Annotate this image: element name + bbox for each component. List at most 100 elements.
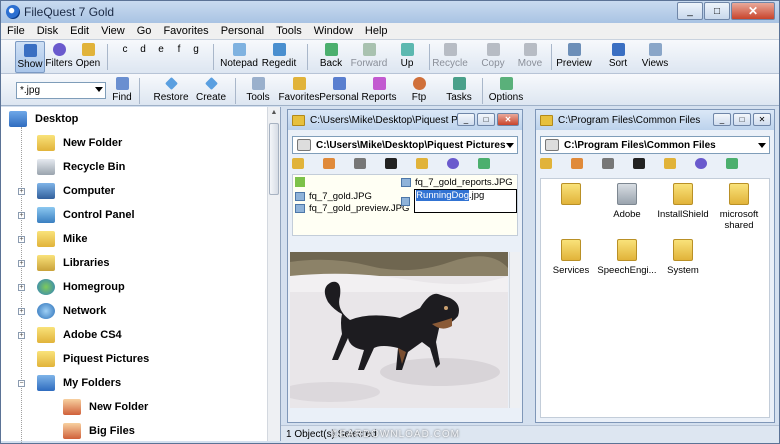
expand-icon[interactable]: +	[18, 284, 25, 291]
tree-item-control-panel[interactable]: Control Panel	[37, 205, 135, 225]
sort-button[interactable]: Sort	[604, 41, 632, 73]
drive-g-button[interactable]: g	[190, 44, 202, 55]
copy-button[interactable]: Copy	[478, 41, 508, 73]
expand-icon[interactable]: +	[18, 332, 25, 339]
folder-item[interactable]: microsoft shared	[709, 183, 769, 231]
drive-f-button[interactable]: f	[173, 44, 185, 55]
left-pane-header[interactable]: C:\Users\Mike\Desktop\Piquest P... _ □ ✕	[288, 110, 522, 130]
folder-open-icon[interactable]	[292, 158, 304, 169]
menu-go[interactable]: Go	[131, 25, 158, 37]
expand-icon[interactable]: +	[18, 212, 25, 219]
folder-item[interactable]: System	[653, 239, 713, 276]
tree-scrollbar[interactable]: ▲	[267, 107, 280, 441]
right-pane-header[interactable]: C:\Program Files\Common Files _ □ ✕	[536, 110, 774, 130]
menu-file[interactable]: File	[1, 25, 31, 37]
favorites-button[interactable]: Favorites	[278, 75, 320, 107]
folder-item[interactable]: Services	[541, 239, 601, 276]
tasks-button[interactable]: Tasks	[445, 75, 473, 107]
console-icon[interactable]	[633, 158, 645, 169]
menu-tools[interactable]: Tools	[270, 25, 308, 37]
preview-scrollbar[interactable]	[509, 252, 520, 408]
folder-icon[interactable]	[664, 158, 676, 169]
expand-icon[interactable]: +	[18, 236, 25, 243]
restore-button[interactable]: Restore	[153, 75, 189, 107]
folder-icon[interactable]	[416, 158, 428, 169]
back-button[interactable]: Back	[315, 41, 347, 73]
options-button[interactable]: Options	[488, 75, 524, 107]
collapse-icon[interactable]: −	[18, 380, 25, 387]
drive-icon[interactable]	[602, 158, 614, 169]
tree-item-new-folder[interactable]: New Folder	[37, 133, 122, 153]
create-button[interactable]: Create	[195, 75, 227, 107]
file-item[interactable]: fq_7_gold_preview.JPG	[295, 203, 409, 214]
pane-close-button[interactable]: ✕	[497, 113, 519, 126]
pencil-icon[interactable]	[323, 158, 335, 169]
regedit-button[interactable]: Regedit	[260, 41, 298, 73]
file-item[interactable]: fq_7_gold_reports.JPG	[401, 177, 513, 188]
tree-item-homegroup[interactable]: Homegroup	[37, 277, 125, 297]
close-button[interactable]: ✕	[731, 2, 775, 20]
title-bar[interactable]: FileQuest 7 Gold _ □ ✕	[1, 1, 779, 23]
tree-item-recycle-bin[interactable]: Recycle Bin	[37, 157, 125, 177]
tree-item-network[interactable]: Network	[37, 301, 106, 321]
right-path-combo[interactable]: C:\Program Files\Common Files	[540, 136, 770, 154]
personal-button[interactable]: Personal	[319, 75, 359, 107]
file-item[interactable]: fq_7_gold.JPG	[295, 191, 372, 202]
tree-item-desktop[interactable]: Desktop	[9, 109, 78, 129]
console-icon[interactable]	[385, 158, 397, 169]
tools-button[interactable]: Tools	[243, 75, 273, 107]
up-button[interactable]: Up	[393, 41, 421, 73]
minimize-button[interactable]: _	[677, 2, 703, 20]
tree-item-computer[interactable]: Computer	[37, 181, 115, 201]
scroll-thumb[interactable]	[269, 123, 279, 195]
menu-view[interactable]: View	[95, 25, 131, 37]
tree-subitem-big-files[interactable]: Big Files	[63, 421, 135, 441]
find-button[interactable]: Find	[109, 75, 135, 107]
menu-disk[interactable]: Disk	[31, 25, 64, 37]
filters-button[interactable]: Filters	[45, 41, 73, 73]
drive-c-button[interactable]: c	[119, 44, 131, 55]
show-button[interactable]: Show	[15, 41, 45, 73]
filter-icon[interactable]	[695, 158, 707, 169]
recycle-button[interactable]: Recycle	[432, 41, 468, 73]
ftp-button[interactable]: Ftp	[406, 75, 432, 107]
pane-minimize-button[interactable]: _	[457, 113, 475, 126]
pane-close-button[interactable]: ✕	[753, 113, 771, 126]
folder-open-icon[interactable]	[540, 158, 552, 169]
pane-minimize-button[interactable]: _	[713, 113, 731, 126]
expand-icon[interactable]: +	[18, 308, 25, 315]
menu-favorites[interactable]: Favorites	[157, 25, 214, 37]
file-filter-combo[interactable]: *.jpg	[16, 82, 106, 99]
up-folder-icon[interactable]	[295, 177, 305, 187]
menu-window[interactable]: Window	[308, 25, 359, 37]
maximize-button[interactable]: □	[704, 2, 730, 20]
left-path-combo[interactable]: C:\Users\Mike\Desktop\Piquest Pictures	[292, 136, 518, 154]
check-icon[interactable]	[726, 158, 738, 169]
preview-button[interactable]: Preview	[556, 41, 592, 73]
menu-help[interactable]: Help	[359, 25, 394, 37]
notepad-button[interactable]: Notepad	[219, 41, 259, 73]
tree-item-mike[interactable]: Mike	[37, 229, 87, 249]
file-item-renaming[interactable]: RunningDog.jpg	[401, 189, 517, 213]
tree-item-libraries[interactable]: Libraries	[37, 253, 109, 273]
folder-item[interactable]: InstallShield	[653, 183, 713, 220]
check-icon[interactable]	[478, 158, 490, 169]
expand-icon[interactable]: +	[18, 260, 25, 267]
folder-item[interactable]: Adobe	[597, 183, 657, 220]
tree-subitem-new-folder[interactable]: New Folder	[63, 397, 148, 417]
filter-icon[interactable]	[447, 158, 459, 169]
tree-item-piquest-pictures[interactable]: Piquest Pictures	[37, 349, 149, 369]
drive-e-button[interactable]: e	[155, 44, 167, 55]
forward-button[interactable]: Forward	[349, 41, 389, 73]
move-button[interactable]: Move	[515, 41, 545, 73]
drive-icon[interactable]	[354, 158, 366, 169]
tree-item-adobe-cs4[interactable]: Adobe CS4	[37, 325, 122, 345]
tree-item-my-folders[interactable]: My Folders	[37, 373, 121, 393]
expand-icon[interactable]: +	[18, 188, 25, 195]
folder-item-up[interactable]	[541, 183, 601, 209]
folder-item[interactable]: SpeechEngi...	[597, 239, 657, 276]
reports-button[interactable]: Reports	[361, 75, 397, 107]
pane-maximize-button[interactable]: □	[733, 113, 751, 126]
pane-maximize-button[interactable]: □	[477, 113, 495, 126]
menu-edit[interactable]: Edit	[64, 25, 95, 37]
